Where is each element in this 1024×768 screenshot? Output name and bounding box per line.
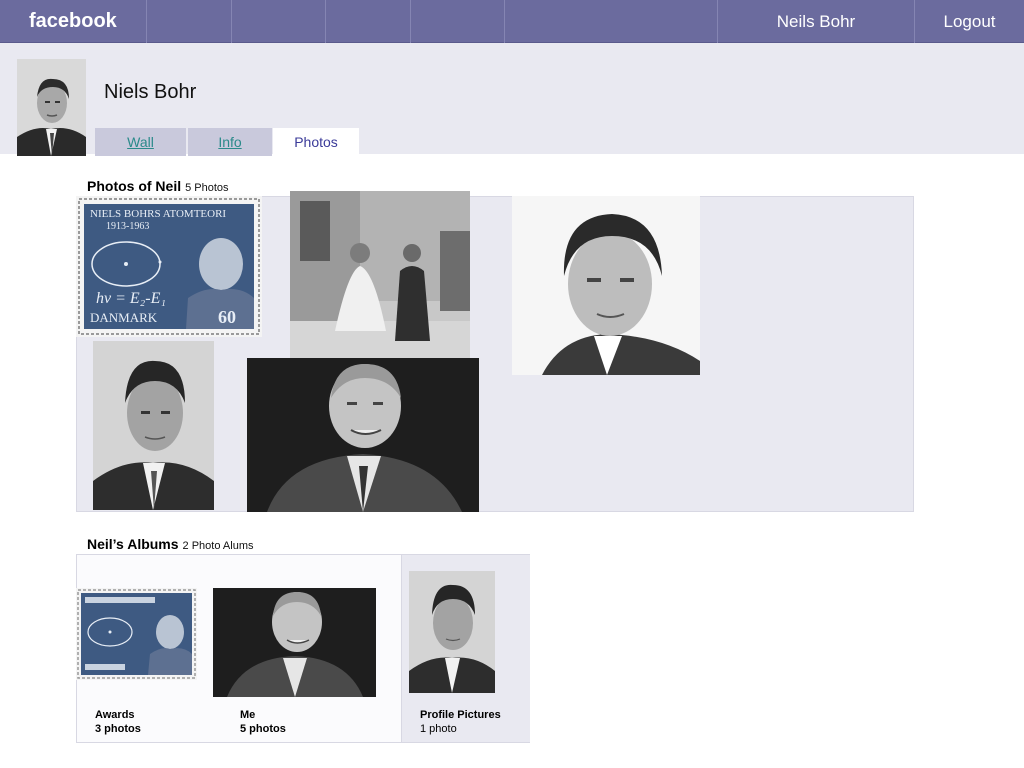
albums-section-title: Neil’s Albums 2 Photo Alums: [87, 536, 253, 552]
suit-portrait-image: [93, 341, 214, 510]
tab-photos[interactable]: Photos: [273, 128, 359, 156]
photos-section-title: Photos of Neil 5 Photos: [87, 178, 229, 194]
album-name-awards: Awards: [95, 709, 135, 721]
album-label-awards[interactable]: Awards 3 photos: [95, 708, 141, 736]
older-portrait-image: [247, 358, 479, 512]
profile-pictures-cover-image: [409, 571, 495, 693]
portrait-image: [17, 59, 86, 156]
album-count-me: 5 photos: [240, 723, 286, 735]
nav-slot-3[interactable]: [325, 0, 410, 43]
album-cover-me[interactable]: [213, 588, 376, 697]
avatar[interactable]: [17, 59, 86, 156]
photos-title-text: Photos of Neil: [87, 178, 182, 194]
album-cover-awards[interactable]: [76, 588, 197, 680]
albums-title-text: Neil’s Albums: [87, 536, 179, 552]
photo-stamp[interactable]: NIELS BOHRS ATOMTEORI 1913-1963 hν = E₂-…: [76, 196, 262, 337]
photo-suit-portrait[interactable]: [93, 341, 214, 510]
tab-info[interactable]: Info: [188, 128, 272, 156]
tab-wall[interactable]: Wall: [95, 128, 186, 156]
awards-cover-image: [76, 588, 197, 680]
user-name-link[interactable]: Neils Bohr: [717, 0, 914, 43]
facebook-logo[interactable]: facebook: [0, 0, 146, 43]
nav-slot-1[interactable]: [146, 0, 231, 43]
stamp-formula: hν = E₂-E₁: [96, 290, 166, 307]
nav-slot-5: [504, 0, 717, 43]
stamp-image: NIELS BOHRS ATOMTEORI 1913-1963 hν = E₂-…: [76, 196, 262, 337]
album-count-profile-pictures: 1 photo: [420, 723, 457, 735]
photo-older-portrait[interactable]: [247, 358, 479, 512]
nav-slot-4[interactable]: [410, 0, 504, 43]
young-portrait-image: [512, 196, 700, 375]
stamp-years: 1913-1963: [106, 221, 149, 232]
album-cover-profile-pictures[interactable]: [409, 571, 495, 693]
stamp-country: DANMARK: [90, 310, 158, 325]
album-name-me: Me: [240, 709, 256, 721]
me-cover-image: [213, 588, 376, 697]
stamp-value: 60: [218, 307, 236, 327]
album-label-me[interactable]: Me 5 photos: [240, 708, 286, 736]
album-name-profile-pictures: Profile Pictures: [420, 709, 501, 721]
profile-name: Niels Bohr: [104, 81, 197, 103]
top-navigation-bar: facebook Neils Bohr Logout: [0, 0, 1024, 43]
photo-young-portrait[interactable]: [512, 196, 700, 375]
nav-slot-2[interactable]: [231, 0, 325, 43]
photos-count: 5 Photos: [185, 182, 229, 194]
album-label-profile-pictures[interactable]: Profile Pictures 1 photo: [420, 708, 501, 736]
couple-image: [290, 191, 470, 359]
stamp-heading: NIELS BOHRS ATOMTEORI: [90, 208, 226, 220]
logout-button[interactable]: Logout: [914, 0, 1024, 43]
albums-count: 2 Photo Alums: [182, 540, 254, 552]
photo-couple[interactable]: [290, 191, 470, 359]
album-count-awards: 3 photos: [95, 723, 141, 735]
